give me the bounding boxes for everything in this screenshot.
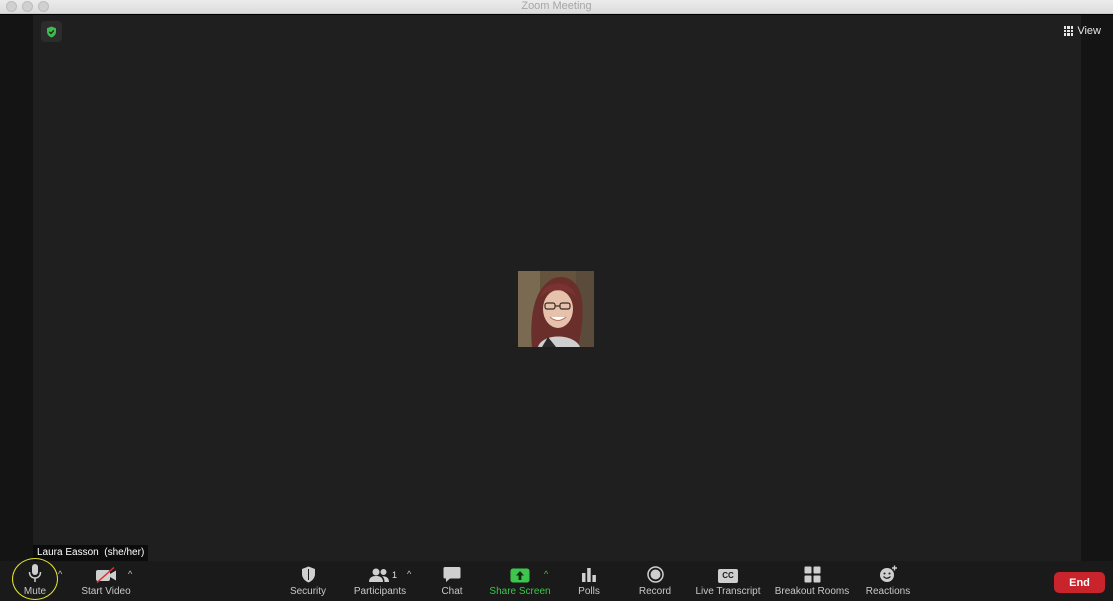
polls-label: Polls: [578, 586, 600, 597]
view-button[interactable]: View: [1063, 25, 1101, 37]
breakout-rooms-grid-icon: [804, 566, 820, 583]
mute-button[interactable]: Mute: [17, 561, 53, 601]
reactions-label: Reactions: [865, 586, 911, 597]
share-options-chevron-up-icon[interactable]: ^: [544, 570, 548, 579]
record-button[interactable]: Record: [634, 561, 676, 601]
participants-label: Participants: [353, 586, 407, 597]
closed-caption-icon: CC: [718, 569, 738, 583]
participants-icon: [369, 568, 389, 582]
chat-button[interactable]: Chat: [436, 561, 468, 601]
meeting-stage: View: [0, 15, 1113, 561]
share-screen-arrow-icon: [510, 568, 530, 583]
left-gutter: [0, 15, 33, 561]
start-video-button[interactable]: Start Video: [78, 561, 134, 601]
reactions-button[interactable]: Reactions: [862, 561, 914, 601]
mute-label: Mute: [23, 586, 47, 597]
polls-bar-chart-icon: [582, 568, 596, 582]
grid-view-icon: [1063, 26, 1074, 36]
microphone-icon: [28, 564, 42, 582]
share-screen-label: Share Screen: [489, 586, 551, 597]
breakout-rooms-button[interactable]: Breakout Rooms: [772, 561, 852, 601]
chat-label: Chat: [441, 586, 463, 597]
reactions-smiley-icon: [879, 565, 897, 582]
encrypted-shield-icon: [47, 26, 56, 37]
end-meeting-button[interactable]: End: [1054, 572, 1105, 593]
window-title: Zoom Meeting: [521, 0, 592, 12]
view-label: View: [1077, 25, 1101, 37]
record-icon: [646, 566, 664, 583]
live-transcript-button[interactable]: CC Live Transcript: [692, 561, 764, 601]
participant-avatar: [518, 271, 594, 347]
window-titlebar: Zoom Meeting: [0, 0, 1113, 14]
video-off-icon: [96, 567, 116, 583]
right-gutter: [1081, 15, 1113, 561]
meeting-toolbar: Mute ^ Start Video ^ Security Participan…: [0, 561, 1113, 601]
start-video-label: Start Video: [81, 586, 131, 597]
chat-bubble-icon: [443, 567, 461, 582]
audio-options-chevron-up-icon[interactable]: ^: [58, 570, 62, 579]
participant-name-tag: Laura Easson (she/her): [33, 545, 149, 561]
participants-count-badge: 1: [392, 570, 398, 580]
security-button[interactable]: Security: [286, 561, 330, 601]
video-options-chevron-up-icon[interactable]: ^: [128, 570, 132, 579]
participants-options-chevron-up-icon[interactable]: ^: [407, 570, 411, 579]
participants-button[interactable]: Participants: [350, 561, 410, 601]
meeting-info-button[interactable]: [41, 21, 62, 42]
polls-button[interactable]: Polls: [574, 561, 604, 601]
breakout-rooms-label: Breakout Rooms: [774, 586, 850, 597]
profile-photo-image: [518, 271, 594, 347]
live-transcript-label: Live Transcript: [695, 586, 761, 597]
share-screen-button[interactable]: Share Screen: [488, 561, 552, 601]
security-label: Security: [289, 586, 327, 597]
security-shield-icon: [301, 566, 315, 583]
record-label: Record: [638, 586, 672, 597]
